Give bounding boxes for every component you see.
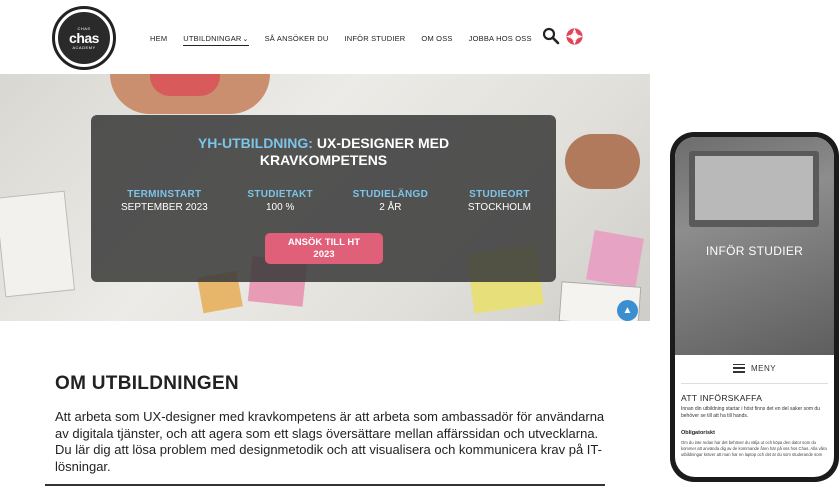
phone-hero: INFÖR STUDIER bbox=[675, 137, 834, 355]
phone-body: Om du inte redan har det behöver du välj… bbox=[681, 440, 827, 458]
main-nav: HEM UTBILDNINGAR⌄ SÅ ANSÖKER DU INFÖR ST… bbox=[150, 31, 548, 46]
site-header: CHAS chas ACADEMY HEM UTBILDNINGAR⌄ SÅ A… bbox=[0, 0, 650, 74]
nav-om-oss[interactable]: OM OSS bbox=[421, 34, 452, 43]
phone-menu-button[interactable]: MENY bbox=[675, 355, 834, 381]
nav-infor-studier[interactable]: INFÖR STUDIER bbox=[344, 34, 405, 43]
hero-banner: YH-UTBILDNING: UX-DESIGNER MED KRAVKOMPE… bbox=[0, 74, 650, 321]
chas-academy-logo[interactable]: CHAS chas ACADEMY bbox=[52, 6, 116, 70]
search-icon[interactable] bbox=[542, 27, 560, 45]
arrow-up-icon[interactable]: ▲ bbox=[617, 300, 638, 321]
logo-name: chas bbox=[69, 30, 99, 46]
phone-heading: ATT INFÖRSKAFFA bbox=[681, 393, 763, 403]
apply-button-label: ANSÖK TILL HT 2023 bbox=[288, 237, 360, 261]
course-title: YH-UTBILDNING: UX-DESIGNER MED KRAVKOMPE… bbox=[91, 135, 556, 169]
section-heading: OM UTBILDNINGEN bbox=[55, 373, 239, 394]
course-facts: TERMINSTART SEPTEMBER 2023 STUDIETAKT 10… bbox=[121, 189, 531, 213]
fact-label: STUDIETAKT bbox=[247, 189, 313, 200]
fact-value: 2 ÅR bbox=[379, 202, 402, 213]
fact-studieort: STUDIEORT STOCKHOLM bbox=[468, 189, 531, 213]
phone-screen: INFÖR STUDIER MENY ATT INFÖRSKAFFA Innan… bbox=[675, 137, 834, 477]
nav-sa-ansoker-du[interactable]: SÅ ANSÖKER DU bbox=[265, 34, 329, 43]
logo-bottom-text: ACADEMY bbox=[72, 45, 96, 50]
phone-divider bbox=[681, 383, 828, 384]
fact-label: TERMINSTART bbox=[127, 189, 202, 200]
lifebuoy-icon[interactable] bbox=[565, 27, 584, 46]
fact-label: STUDIELÄNGD bbox=[352, 189, 429, 200]
sketch-paper bbox=[0, 190, 76, 298]
course-info-card: YH-UTBILDNING: UX-DESIGNER MED KRAVKOMPE… bbox=[91, 115, 556, 282]
fact-value: SEPTEMBER 2023 bbox=[121, 202, 208, 213]
hamburger-icon bbox=[732, 363, 745, 373]
phone-hero-title: INFÖR STUDIER bbox=[705, 244, 804, 258]
phone-intro: Innan din utbildning startar i höst finn… bbox=[681, 406, 820, 419]
fact-studietakt: STUDIETAKT 100 % bbox=[247, 189, 313, 213]
nav-utbildningar[interactable]: UTBILDNINGAR⌄ bbox=[183, 34, 249, 46]
apply-line-2: 2023 bbox=[313, 248, 335, 260]
section-body-text: Att arbeta som UX-designer med kravkompe… bbox=[55, 409, 605, 474]
course-title-prefix: YH-UTBILDNING: bbox=[197, 135, 313, 151]
fact-value: STOCKHOLM bbox=[467, 202, 531, 213]
nav-hem[interactable]: HEM bbox=[150, 34, 167, 43]
sleeve-left bbox=[150, 74, 220, 96]
logo-badge: CHAS chas ACADEMY bbox=[57, 11, 111, 65]
fact-studielangd: STUDIELÄNGD 2 ÅR bbox=[353, 189, 429, 213]
phone-menu-label: MENY bbox=[750, 363, 777, 373]
nav-utbildningar-label: UTBILDNINGAR bbox=[183, 34, 242, 43]
nav-jobba-hos-oss[interactable]: JOBBA HOS OSS bbox=[469, 34, 532, 43]
phone-mockup: INFÖR STUDIER MENY ATT INFÖRSKAFFA Innan… bbox=[670, 132, 839, 482]
hand-right bbox=[565, 134, 640, 189]
fact-label: STUDIEORT bbox=[469, 189, 530, 200]
laptop-image bbox=[689, 151, 819, 227]
phone-subheading: Obligatoriskt bbox=[681, 430, 715, 436]
chevron-down-icon: ⌄ bbox=[242, 36, 249, 43]
fact-terminstart: TERMINSTART SEPTEMBER 2023 bbox=[121, 189, 208, 213]
apply-button[interactable]: ANSÖK TILL HT 2023 bbox=[265, 233, 383, 264]
apply-line-1: ANSÖK TILL HT bbox=[287, 236, 361, 248]
course-title-line2: KRAVKOMPETENS bbox=[259, 152, 388, 168]
laptop-screen bbox=[695, 156, 813, 220]
fact-value: 100 % bbox=[265, 202, 295, 213]
course-title-rest: UX-DESIGNER MED bbox=[316, 135, 450, 151]
sticky-note-pink-2 bbox=[586, 230, 644, 288]
